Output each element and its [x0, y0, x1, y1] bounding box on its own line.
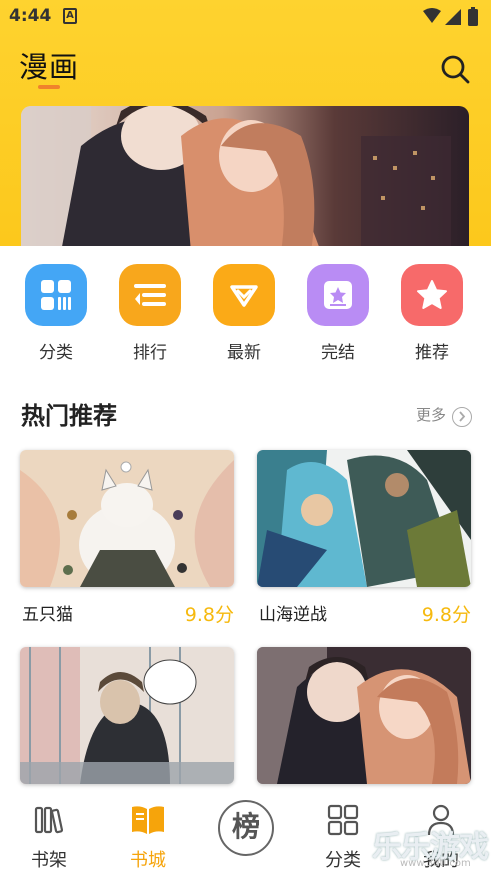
rank-icon: [119, 264, 181, 326]
star-icon: [401, 264, 463, 326]
search-icon: [441, 55, 470, 84]
comic-score: 9.8分: [184, 604, 234, 626]
notification-icon: A: [63, 8, 77, 24]
category-ranking[interactable]: 排行: [110, 264, 190, 363]
category-recommend[interactable]: 推荐: [392, 264, 472, 363]
comic-cover: [20, 450, 234, 587]
comic-name: 五只猫: [22, 605, 73, 625]
nav-label: 分类: [325, 850, 361, 871]
status-time: 4:44: [9, 6, 52, 26]
title-underline: [38, 85, 60, 89]
nav-categories[interactable]: 分类: [303, 794, 383, 874]
nav-label: 书城: [130, 850, 166, 871]
chevron-right-icon[interactable]: [452, 407, 472, 427]
comic-cover: [20, 647, 234, 784]
nav-ranking[interactable]: 榜: [206, 794, 286, 874]
category-latest[interactable]: 最新: [204, 264, 284, 363]
status-bar: 4:44 A: [0, 0, 491, 34]
nav-bookstore[interactable]: 书城: [108, 794, 188, 874]
nav-bookshelf[interactable]: 书架: [9, 794, 89, 874]
grid-icon: [327, 804, 359, 836]
category-label: 分类: [39, 343, 73, 363]
bookshelf-icon: [34, 806, 64, 834]
banner-image: [21, 106, 469, 252]
comic-card[interactable]: [20, 647, 234, 784]
comic-cover: [257, 450, 471, 587]
category-label: 完结: [321, 343, 355, 363]
comic-card[interactable]: 五只猫 9.8分: [20, 450, 234, 626]
search-button[interactable]: [438, 52, 472, 86]
category-completed[interactable]: 完结: [298, 264, 378, 363]
page-title: 漫画: [19, 50, 80, 84]
grid-icon: [25, 264, 87, 326]
comic-name: 山海逆战: [259, 605, 327, 625]
comic-cover: [257, 647, 471, 784]
section-title: 热门推荐: [21, 402, 117, 430]
ranking-badge-icon: 榜: [218, 800, 274, 856]
banner-carousel[interactable]: [21, 106, 469, 252]
book-star-icon: [307, 264, 369, 326]
category-label: 最新: [227, 343, 261, 363]
diamond-icon: [213, 264, 275, 326]
open-book-icon: [132, 806, 164, 834]
category-label: 推荐: [415, 343, 449, 363]
category-shortcuts: 分类 排行 最新 完结 推荐: [0, 264, 491, 364]
more-link[interactable]: 更多: [416, 404, 446, 425]
nav-label: 书架: [31, 850, 67, 871]
signal-battery-icon: [423, 7, 478, 26]
comic-card[interactable]: [257, 647, 471, 784]
comic-score: 9.8分: [421, 604, 471, 626]
category-classify[interactable]: 分类: [16, 264, 96, 363]
comic-card[interactable]: 山海逆战 9.8分: [257, 450, 471, 626]
category-label: 排行: [133, 343, 167, 363]
watermark-url: www.3dtl.com: [400, 858, 471, 869]
